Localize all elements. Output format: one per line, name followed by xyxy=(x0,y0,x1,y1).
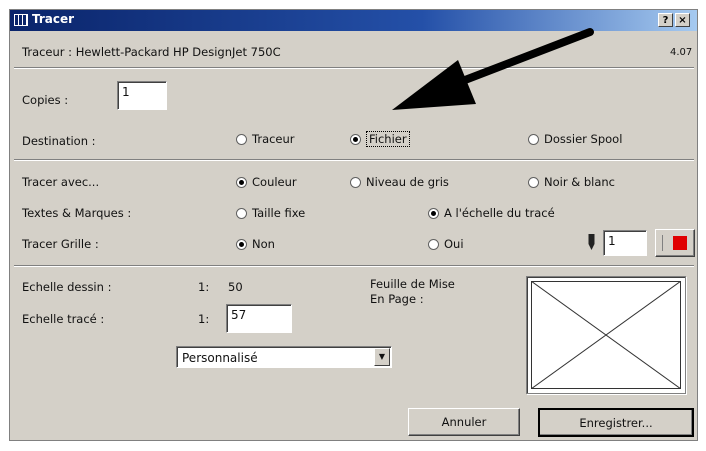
annotation-arrow xyxy=(392,28,594,110)
